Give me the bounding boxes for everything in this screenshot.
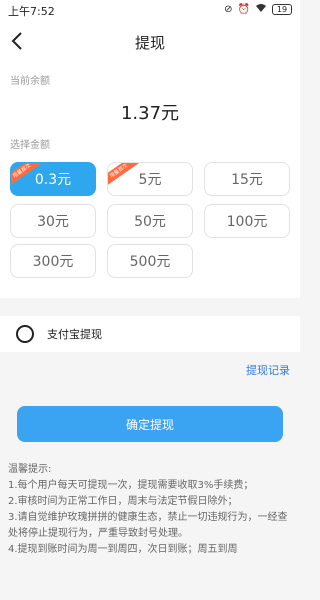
amount-label: 15元	[231, 172, 263, 188]
amount-option-5[interactable]: 限量首次 5元	[107, 162, 193, 196]
wifi-icon	[255, 3, 267, 16]
page-title: 提现	[134, 34, 165, 52]
amount-option-500[interactable]: 500元	[107, 244, 193, 278]
amount-label: 300元	[32, 254, 74, 270]
withdraw-history-link[interactable]: 提现记录	[246, 362, 290, 378]
amount-option-50[interactable]: 50元	[107, 204, 193, 238]
amount-label: 0.3元	[34, 172, 72, 188]
amount-label: 500元	[129, 254, 171, 270]
nav-bar: 提现	[0, 20, 300, 64]
amount-option-15[interactable]: 15元	[204, 162, 290, 196]
amount-section-label: 选择金额	[10, 140, 50, 151]
confirm-withdraw-button[interactable]: 确定提现	[17, 406, 283, 442]
status-icons: ⊘ ⏰ 19	[224, 3, 292, 16]
tips-section: 温馨提示: 1.每个用户每天可提现一次，提现需要收取3%手续费； 2.审核时间为…	[8, 462, 294, 558]
amount-option-30[interactable]: 30元	[10, 204, 96, 238]
battery-icon: 19	[272, 4, 292, 15]
status-bar: 上午7:52 ⊘ ⏰ 19	[0, 0, 300, 20]
amount-label: 30元	[37, 214, 69, 230]
alipay-label: 支付宝提现	[47, 328, 102, 341]
tip-item: 1.每个用户每天可提现一次，提现需要收取3%手续费；	[8, 480, 254, 491]
balance-value: 1.37元	[120, 103, 180, 124]
amount-option-100[interactable]: 100元	[204, 204, 290, 238]
withdraw-card: 当前余额 1.37元 选择金额 限量首次 0.3元 限量首次 5元 15元 30…	[0, 64, 300, 298]
alarm-icon: ⏰	[237, 4, 250, 15]
tips-title: 温馨提示:	[8, 464, 52, 475]
do-not-disturb-icon: ⊘	[224, 4, 233, 15]
radio-button[interactable]	[16, 325, 34, 343]
status-time: 上午7:52	[8, 5, 55, 18]
amount-option-0-3[interactable]: 限量首次 0.3元	[10, 162, 96, 196]
amount-option-300[interactable]: 300元	[10, 244, 96, 278]
amount-label: 5元	[138, 172, 162, 188]
alipay-option[interactable]: 支付宝提现	[0, 316, 300, 352]
tip-item: 3.请自觉维护玫瑰拼拼的健康生态，禁止一切违规行为，一经查处将停止提现行为，严重…	[8, 512, 288, 539]
amount-label: 100元	[226, 214, 268, 230]
promo-tag: 限量首次	[108, 163, 140, 188]
tip-item: 4.提现到账时间为周一到周四，次日到账；周五到周	[8, 544, 238, 555]
balance-label: 当前余额	[10, 76, 50, 87]
tip-item: 2.审核时间为正常工作日，周末与法定节假日除外；	[8, 496, 238, 507]
amount-label: 50元	[134, 214, 166, 230]
